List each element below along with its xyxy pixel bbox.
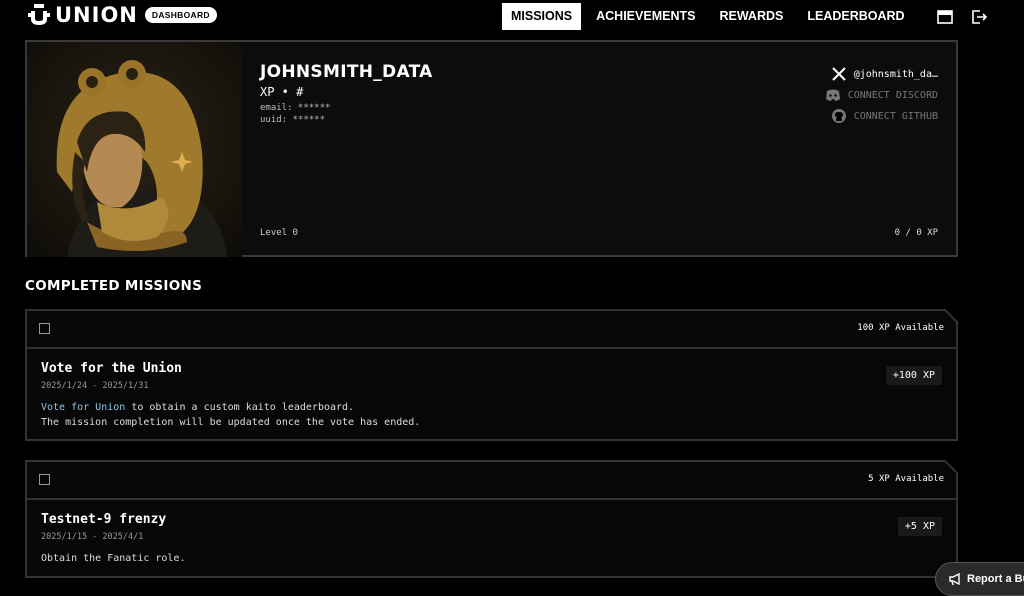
mission-date: 2025/1/24 - 2025/1/31 [41, 381, 149, 391]
mission-description: Obtain the Fanatic role. [41, 553, 186, 564]
top-bar: UNION DASHBOARD MISSIONS ACHIEVEMENTS RE… [0, 0, 1024, 33]
xp-reward-badge: +100 XP [885, 366, 942, 385]
twitter-link[interactable]: @johnsmith_da… [831, 66, 938, 82]
discord-icon [825, 89, 840, 101]
section-title: COMPLETED MISSIONS [25, 278, 203, 294]
email-field: email: ****** [260, 103, 331, 113]
x-icon [831, 67, 846, 81]
mission-header: 100 XP Available [27, 309, 958, 349]
logo[interactable]: UNION DASHBOARD [27, 3, 217, 27]
vote-link[interactable]: Vote for Union [41, 402, 125, 413]
report-bug-button[interactable]: Report a Bu [935, 562, 1024, 596]
profile-card: JOHNSMITH_DATA XP • # email: ****** uuid… [25, 40, 958, 257]
megaphone-icon [949, 572, 960, 586]
mission-header: 5 XP Available [27, 460, 958, 500]
main-nav: MISSIONS ACHIEVEMENTS REWARDS LEADERBOAR… [502, 3, 988, 30]
report-bug-label: Report a Bu [967, 573, 1024, 585]
xp-rank: XP • # [260, 85, 304, 99]
wallet-icon[interactable] [936, 8, 954, 26]
nav-leaderboard[interactable]: LEADERBOARD [798, 3, 913, 30]
username: JOHNSMITH_DATA [260, 62, 433, 82]
mission-checkbox[interactable] [39, 323, 50, 334]
nav-rewards[interactable]: REWARDS [710, 3, 792, 30]
twitter-handle: @johnsmith_da… [853, 68, 938, 80]
xp-available: 100 XP Available [857, 323, 944, 333]
mission-desc-text: to obtain a custom kaito leaderboard. [125, 402, 355, 413]
mission-body: Testnet-9 frenzy 2025/1/15 - 2025/4/1 Ob… [27, 500, 956, 566]
uuid-field: uuid: ****** [260, 115, 326, 125]
mission-card: 100 XP Available Vote for the Union 2025… [25, 309, 958, 441]
mission-title: Testnet-9 frenzy [41, 512, 167, 527]
mission-title: Vote for the Union [41, 361, 182, 376]
avatar [27, 42, 242, 257]
level-label: Level 0 [260, 228, 298, 238]
xp-available: 5 XP Available [868, 474, 944, 484]
corner-notch [944, 460, 958, 474]
connect-github-label: CONNECT GITHUB [853, 110, 938, 122]
nav-missions[interactable]: MISSIONS [502, 3, 582, 30]
connect-discord-label: CONNECT DISCORD [847, 89, 938, 101]
mission-desc-line2: The mission completion will be updated o… [41, 417, 421, 428]
union-logo-icon [28, 4, 50, 25]
connect-github-button[interactable]: CONNECT GITHUB [831, 108, 938, 124]
mission-date: 2025/1/15 - 2025/4/1 [41, 532, 144, 542]
github-icon [831, 109, 846, 123]
connect-discord-button[interactable]: CONNECT DISCORD [825, 87, 938, 103]
logo-text: UNION [55, 3, 138, 27]
logout-icon[interactable] [970, 8, 988, 26]
mission-checkbox[interactable] [39, 474, 50, 485]
corner-notch [944, 309, 958, 323]
mission-body: Vote for the Union 2025/1/24 - 2025/1/31… [27, 349, 956, 430]
dashboard-badge: DASHBOARD [144, 7, 217, 23]
nav-achievements[interactable]: ACHIEVEMENTS [587, 3, 704, 30]
mission-description: Vote for Union to obtain a custom kaito … [41, 400, 942, 430]
xp-progress: 0 / 0 XP [894, 228, 938, 238]
xp-reward-badge: +5 XP [897, 517, 942, 536]
mission-card: 5 XP Available Testnet-9 frenzy 2025/1/1… [25, 460, 958, 578]
